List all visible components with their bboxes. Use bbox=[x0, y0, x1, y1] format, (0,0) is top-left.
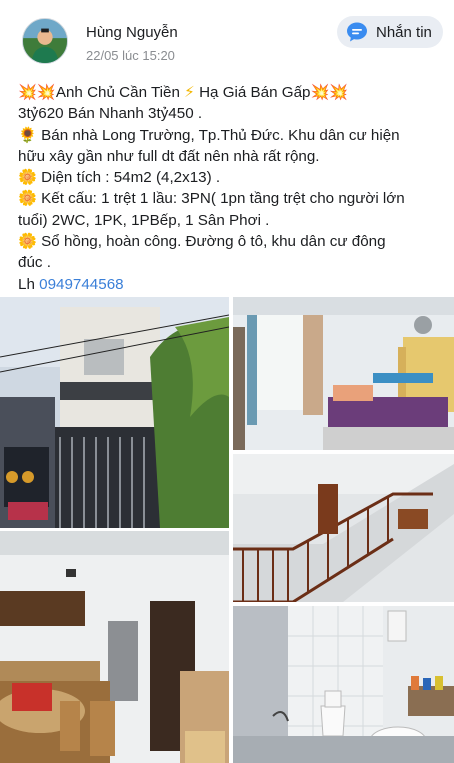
bathroom-photo[interactable] bbox=[233, 606, 454, 763]
explosion-icon: 💥💥 bbox=[310, 84, 349, 101]
phone-link[interactable]: 0949744568 bbox=[39, 276, 123, 293]
staircase-photo[interactable] bbox=[233, 454, 454, 602]
blossom-icon: 🌼 bbox=[18, 169, 37, 187]
post-line: 🌼 Sổ hồng, hoàn công. Đường ô tô, khu dâ… bbox=[18, 233, 386, 251]
blossom-icon: 🌼 bbox=[18, 233, 37, 251]
post-line: 🌻 Bán nhà Long Trường, Tp.Thủ Đức. Khu d… bbox=[18, 126, 400, 144]
post-body: 💥💥Anh Chủ Cần Tiền ⚡ Hạ Giá Bán Gấp💥💥 3t… bbox=[18, 82, 443, 295]
photo-grid bbox=[0, 297, 454, 763]
post-line: đúc . bbox=[18, 254, 51, 272]
avatar-image bbox=[23, 19, 67, 63]
post-line: 🌼 Kết cấu: 1 trệt 1 lầu: 3PN( 1pn tầng t… bbox=[18, 190, 405, 208]
messenger-bubble-icon bbox=[346, 22, 368, 42]
author-name[interactable]: Hùng Nguyễn bbox=[86, 24, 178, 41]
contact-line: Lh 0949744568 bbox=[18, 275, 124, 293]
lightning-icon: ⚡ bbox=[184, 84, 195, 101]
explosion-icon: 💥💥 bbox=[18, 84, 56, 101]
post-timestamp: 22/05 lúc 15:20 bbox=[86, 48, 175, 63]
post-line: 🌼 Diện tích : 54m2 (4,2x13) . bbox=[18, 169, 221, 187]
post-header: Hùng Nguyễn 22/05 lúc 15:20 Nhắn tin bbox=[0, 0, 454, 80]
post-line: hữu xây gần như full dt đất nên nhà rất … bbox=[18, 147, 320, 165]
post-line: 3tỷ620 Bán Nhanh 3tỷ450 . bbox=[18, 105, 203, 123]
bedroom-photo[interactable] bbox=[233, 297, 454, 450]
kitchen-photo[interactable] bbox=[0, 531, 229, 763]
house-facade-photo[interactable] bbox=[0, 297, 229, 528]
message-button-label: Nhắn tin bbox=[376, 23, 432, 41]
message-button[interactable]: Nhắn tin bbox=[337, 16, 443, 48]
post-line: tuổi) 2WC, 1PK, 1PBếp, 1 Sân Phơi . bbox=[18, 211, 270, 229]
avatar[interactable] bbox=[22, 18, 68, 64]
sunflower-icon: 🌻 bbox=[18, 126, 37, 144]
post-line: 💥💥Anh Chủ Cần Tiền ⚡ Hạ Giá Bán Gấp💥💥 bbox=[18, 84, 349, 101]
blossom-icon: 🌼 bbox=[18, 190, 37, 208]
